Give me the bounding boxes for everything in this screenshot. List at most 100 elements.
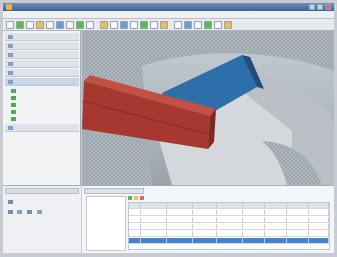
panel-section[interactable] [5,51,79,59]
toolbar-button[interactable] [36,21,44,29]
section-icon [8,126,13,130]
property-list [86,196,126,251]
toolbar-button[interactable] [150,21,158,29]
left-panel [3,31,81,185]
app-icon [6,4,12,10]
table-cell [309,210,329,216]
toolbar-button[interactable] [6,21,14,29]
tool-icon[interactable] [8,210,13,214]
table-header [129,203,329,209]
toolbar-button[interactable] [100,21,108,29]
toolbar-button[interactable] [76,21,84,29]
table-cell [217,238,243,244]
tool-icon[interactable] [37,210,42,214]
section-icon [8,44,13,48]
panel-section[interactable] [5,124,79,132]
toolbar-button[interactable] [46,21,54,29]
column-header [265,203,287,209]
table-row[interactable] [129,210,329,216]
table-cell [243,217,265,223]
toolbar-button[interactable] [224,21,232,29]
title-bar [3,3,334,11]
panel-section-active[interactable] [5,78,79,86]
row-marker [129,238,141,244]
column-header [167,203,193,209]
table-cell [193,210,217,216]
table-cell [193,224,217,230]
viewport-scene [82,31,334,185]
table-row-selected[interactable] [129,238,329,244]
menu-bar [3,11,334,19]
table-row[interactable] [129,217,329,223]
section-icon [8,53,13,57]
toolbar [3,19,334,31]
toolbar-button[interactable] [204,21,212,29]
table-cell [167,224,193,230]
table-cell [287,231,309,237]
table-cell [265,210,287,216]
table-cell [193,217,217,223]
bottom-left-panel [3,185,81,253]
toolbar-button[interactable] [66,21,74,29]
add-icon[interactable] [128,196,132,200]
close-icon[interactable] [325,4,331,10]
toolbar-button[interactable] [160,21,168,29]
panel-tabs [84,188,144,194]
table-cell [309,238,329,244]
edit-icon[interactable] [134,196,138,200]
toolbar-button[interactable] [86,21,94,29]
toolbar-button[interactable] [174,21,182,29]
tool-icon[interactable] [27,210,32,214]
panel-section[interactable] [5,60,79,68]
table-cell [167,231,193,237]
toolbar-button[interactable] [16,21,24,29]
row-marker [129,203,141,209]
table-cell [265,238,287,244]
toolbar-button[interactable] [140,21,148,29]
column-header [141,203,167,209]
table-cell [141,231,167,237]
table-cell [141,238,167,244]
table-cell [309,231,329,237]
toolbar-button[interactable] [214,21,222,29]
table-cell [141,224,167,230]
table-cell [217,217,243,223]
panel-section[interactable] [5,33,79,41]
object-icon [11,117,16,121]
table-row[interactable] [129,231,329,237]
tool-icon[interactable] [17,210,22,214]
toolbar-button[interactable] [184,21,192,29]
table-cell [141,210,167,216]
3d-viewport[interactable] [82,31,334,185]
table-cell [167,210,193,216]
table-cell [309,224,329,230]
toolbar-button[interactable] [56,21,64,29]
maximize-icon[interactable] [317,4,323,10]
table-cell [243,224,265,230]
toolbar-button[interactable] [26,21,34,29]
panel-section[interactable] [5,69,79,77]
table-cell [287,217,309,223]
row-marker [129,231,141,237]
table-cell [309,217,329,223]
row-marker [129,217,141,223]
object-icon [11,110,16,114]
panel-tabs [5,188,79,194]
delete-icon[interactable] [140,196,144,200]
panel-section[interactable] [5,42,79,50]
minimize-icon[interactable] [309,4,315,10]
row-marker [129,224,141,230]
toolbar-button[interactable] [110,21,118,29]
toolbar-button[interactable] [120,21,128,29]
toolbar-button[interactable] [194,21,202,29]
column-header [309,203,329,209]
section-icon [8,80,13,84]
row-marker [129,210,141,216]
toolbar-button[interactable] [130,21,138,29]
table-cell [265,224,287,230]
object-icon [11,89,16,93]
table-row[interactable] [129,224,329,230]
tool-icon[interactable] [8,200,13,204]
column-header [287,203,309,209]
object-icon [11,96,16,100]
